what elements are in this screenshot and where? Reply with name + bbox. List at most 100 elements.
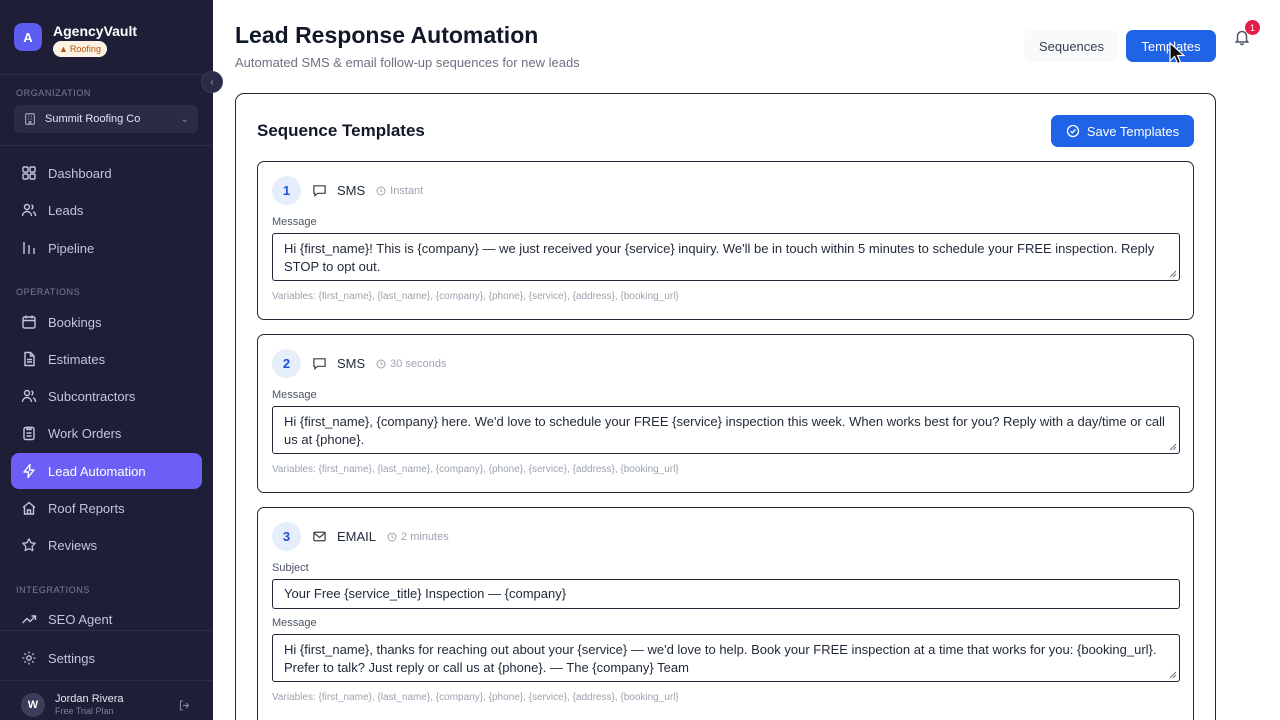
step-delay: 30 seconds	[376, 358, 446, 370]
sidebar-item-roof-reports[interactable]: Roof Reports	[11, 490, 202, 526]
card-title: Sequence Templates	[257, 121, 425, 140]
hardhat-icon: ▲	[59, 44, 68, 54]
sidebar-item-bookings[interactable]: Bookings	[11, 304, 202, 340]
check-circle-icon	[1066, 124, 1080, 138]
step-delay-label: Instant	[390, 184, 424, 197]
step-delay: Instant	[376, 185, 423, 197]
message-icon	[313, 185, 326, 197]
collapse-sidebar-button[interactable]: ‹	[201, 71, 223, 93]
clock-icon	[376, 358, 386, 369]
sidebar-item-label: SEO Agent	[48, 611, 113, 627]
lightning-icon	[23, 463, 35, 479]
subject-text: Your Free {service_title} Inspection — {…	[284, 586, 567, 601]
sidebar: A AgencyVault ▲ Roofing ORGANIZATION Sum…	[0, 0, 213, 720]
message-icon	[313, 358, 326, 370]
sidebar-item-subcontractors[interactable]: Subcontractors	[11, 378, 202, 414]
organization-name: Summit Roofing Co	[45, 113, 141, 125]
home-icon	[22, 501, 36, 515]
clock-icon	[387, 531, 397, 542]
sidebar-item-dashboard[interactable]: Dashboard	[11, 155, 202, 191]
chevron-down-icon: ⌄	[180, 113, 189, 125]
sidebar-item-label: Roof Reports	[48, 500, 125, 516]
sidebar-divider	[0, 145, 213, 146]
resize-handle-icon[interactable]	[1169, 671, 1177, 679]
brand-avatar: A	[14, 23, 42, 51]
sidebar-item-label: Dashboard	[48, 165, 112, 181]
step-number: 2	[272, 349, 301, 378]
template-step: 1 SMS Instant Message Hi {first_name}! T…	[257, 161, 1194, 320]
tab-sequences[interactable]: Sequences	[1024, 30, 1119, 62]
sidebar-item-settings[interactable]: Settings	[11, 640, 202, 676]
sidebar-divider	[0, 74, 213, 75]
sidebar-item-seo-agent[interactable]: SEO Agent	[11, 601, 202, 637]
message-label: Message	[272, 216, 317, 228]
save-templates-button[interactable]: Save Templates	[1051, 115, 1194, 147]
subject-label: Subject	[272, 562, 309, 574]
message-label: Message	[272, 617, 317, 629]
page-title: Lead Response Automation	[235, 22, 539, 48]
step-number: 1	[272, 176, 301, 205]
message-label: Message	[272, 389, 317, 401]
users-icon	[21, 203, 37, 217]
user-profile[interactable]: W Jordan Rivera Free Trial Plan	[21, 693, 191, 717]
step-delay-label: 30 seconds	[390, 357, 447, 370]
step-delay: 2 minutes	[387, 531, 449, 543]
clock-icon	[376, 185, 386, 196]
message-textarea[interactable]: Hi {first_name}, {company} here. We'd lo…	[272, 406, 1180, 454]
template-step: 3 EMAIL 2 minutes Subject Your Free {ser…	[257, 507, 1194, 720]
logout-icon[interactable]	[178, 699, 191, 712]
page-subtitle: Automated SMS & email follow-up sequence…	[235, 55, 580, 70]
sidebar-item-estimates[interactable]: Estimates	[11, 341, 202, 377]
message-textarea[interactable]: Hi {first_name}! This is {company} — we …	[272, 233, 1180, 281]
brand-name: AgencyVault	[53, 23, 138, 39]
sidebar-item-label: Bookings	[48, 314, 102, 330]
message-text: Hi {first_name}, thanks for reaching out…	[284, 642, 1157, 675]
sidebar-item-label: Subcontractors	[48, 388, 136, 404]
resize-handle-icon[interactable]	[1169, 443, 1177, 451]
user-name: Jordan Rivera	[55, 693, 124, 705]
team-icon	[21, 389, 37, 403]
mouse-cursor-icon	[1169, 42, 1185, 65]
chevron-left-icon: ‹	[210, 76, 214, 88]
sidebar-item-lead-automation[interactable]: Lead Automation	[11, 453, 202, 489]
sidebar-item-label: Lead Automation	[48, 463, 146, 479]
template-step: 2 SMS 30 seconds Message Hi {first_name}…	[257, 334, 1194, 493]
organization-select[interactable]: Summit Roofing Co ⌄	[14, 105, 198, 133]
sidebar-item-label: Estimates	[48, 351, 106, 367]
notification-badge: 1	[1245, 20, 1260, 35]
operations-label: OPERATIONS	[16, 287, 81, 297]
building-icon	[25, 113, 35, 125]
variables-hint: Variables: {first_name}, {last_name}, {c…	[272, 692, 679, 703]
step-type: EMAIL	[337, 529, 377, 544]
sidebar-item-label: Pipeline	[48, 240, 95, 256]
step-delay-label: 2 minutes	[401, 530, 449, 543]
integrations-label: INTEGRATIONS	[16, 585, 91, 595]
sidebar-divider	[0, 680, 213, 681]
trending-up-icon	[22, 615, 37, 624]
sidebar-divider	[0, 630, 213, 631]
mail-icon	[313, 531, 326, 542]
avatar: W	[21, 693, 45, 717]
industry-badge-label: Roofing	[69, 44, 101, 54]
sidebar-item-label: Settings	[48, 650, 95, 666]
user-plan: Free Trial Plan	[55, 706, 114, 716]
document-icon	[24, 351, 35, 367]
industry-badge: ▲ Roofing	[53, 41, 107, 57]
message-text: Hi {first_name}, {company} here. We'd lo…	[284, 414, 1165, 447]
sidebar-item-work-orders[interactable]: Work Orders	[11, 415, 202, 451]
sidebar-item-label: Leads	[48, 202, 84, 218]
message-textarea[interactable]: Hi {first_name}, thanks for reaching out…	[272, 634, 1180, 682]
brand[interactable]: A AgencyVault ▲ Roofing	[14, 23, 137, 57]
step-type: SMS	[337, 183, 366, 198]
organization-label: ORGANIZATION	[16, 88, 92, 98]
sidebar-item-leads[interactable]: Leads	[11, 192, 202, 228]
resize-handle-icon[interactable]	[1169, 270, 1177, 278]
step-number: 3	[272, 522, 301, 551]
variables-hint: Variables: {first_name}, {last_name}, {c…	[272, 464, 679, 475]
star-icon	[22, 538, 36, 552]
message-text: Hi {first_name}! This is {company} — we …	[284, 241, 1155, 274]
pipeline-icon	[23, 242, 35, 254]
subject-input[interactable]: Your Free {service_title} Inspection — {…	[272, 579, 1180, 609]
sidebar-item-pipeline[interactable]: Pipeline	[11, 230, 202, 266]
sidebar-item-reviews[interactable]: Reviews	[11, 527, 202, 563]
